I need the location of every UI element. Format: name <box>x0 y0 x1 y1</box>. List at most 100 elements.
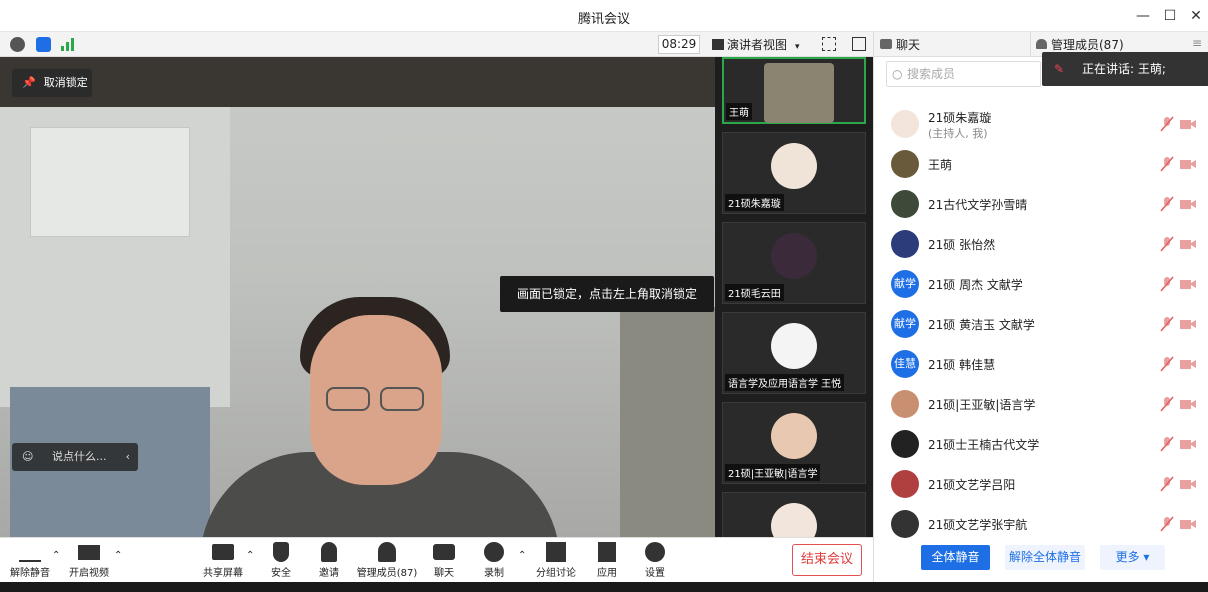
end-meeting-button[interactable]: 结束会议 <box>792 544 862 576</box>
maximize-button[interactable]: ☐ <box>1160 6 1180 26</box>
camera-off-icon[interactable] <box>1180 278 1196 290</box>
panel-menu-icon[interactable]: ≡ <box>1192 36 1202 50</box>
avatar <box>891 390 919 418</box>
members-panel: 聊天 管理成员(87) ≡ ○ 搜索成员 ✎ 正在讲话: 王萌; 21硕朱嘉璇 (主持… <box>873 32 1208 582</box>
member-role: (主持人, 我) <box>928 127 988 140</box>
member-search-input[interactable]: ○ 搜索成员 <box>886 61 1041 87</box>
record-button[interactable]: 录制 <box>480 542 508 579</box>
member-row[interactable]: 21硕 张怡然 <box>874 224 1208 264</box>
mic-off-icon <box>19 542 41 562</box>
settings-button[interactable]: 设置 <box>642 542 668 579</box>
camera-off-icon[interactable] <box>1180 238 1196 250</box>
chat-button[interactable]: 聊天 <box>430 542 458 579</box>
mic-off-icon[interactable] <box>1160 276 1174 292</box>
main-video: 📌 取消锁定 画面已锁定，点击左上角取消锁定 ☺ 说点什么... ‹ <box>0 57 715 537</box>
member-row[interactable]: 21硕|王亚敏|语言学 <box>874 384 1208 424</box>
member-row[interactable]: 王萌 <box>874 144 1208 184</box>
mic-off-icon[interactable] <box>1160 236 1174 252</box>
video-options-chevron[interactable]: ⌃ <box>114 550 122 561</box>
mic-off-icon[interactable] <box>1160 516 1174 532</box>
audio-options-chevron[interactable]: ⌃ <box>52 550 60 561</box>
view-mode-dropdown[interactable]: 演讲者视图 ▾ <box>712 36 800 53</box>
emoji-icon[interactable]: ☺ <box>22 443 33 471</box>
mic-off-icon[interactable] <box>1160 476 1174 492</box>
thumbnail-tile[interactable]: 21硕|王亚敏|语言学 <box>722 402 866 484</box>
speaking-now-indicator: ✎ 正在讲话: 王萌; <box>1042 52 1208 86</box>
avatar: 佳慧 <box>891 350 919 378</box>
mute-all-button[interactable]: 全体静音 <box>921 545 990 570</box>
thumbnail-tile[interactable]: 语言学及应用语言学 王悦 <box>722 312 866 394</box>
mic-off-icon[interactable] <box>1160 316 1174 332</box>
close-button[interactable]: ✕ <box>1186 6 1206 26</box>
camera-off-icon[interactable] <box>1180 198 1196 210</box>
more-button[interactable]: 更多 ▾ <box>1100 545 1165 570</box>
camera-off-icon[interactable] <box>1180 118 1196 130</box>
mic-off-icon[interactable] <box>1160 156 1174 172</box>
camera-off-icon[interactable] <box>1180 398 1196 410</box>
thumbnail-tile[interactable] <box>722 492 866 537</box>
avatar <box>891 230 919 258</box>
mic-off-icon[interactable] <box>1160 196 1174 212</box>
chevron-down-icon: ▾ <box>795 42 800 52</box>
quick-chat-placeholder: 说点什么... <box>52 450 107 463</box>
mic-off-icon[interactable] <box>1160 356 1174 372</box>
mic-off-icon[interactable] <box>1160 116 1174 132</box>
mic-off-icon[interactable] <box>1160 436 1174 452</box>
tab-members[interactable]: 管理成员(87) <box>1036 36 1124 53</box>
quick-chat-input[interactable]: ☺ 说点什么... ‹ <box>12 443 138 471</box>
minimize-button[interactable]: — <box>1133 6 1153 26</box>
os-taskbar <box>0 582 1208 592</box>
breakout-icon <box>546 542 566 562</box>
start-video-button[interactable]: 开启视频 <box>66 542 112 579</box>
thumbnail-label: 21硕朱嘉璇 <box>725 194 784 211</box>
camera-off-icon[interactable] <box>1180 318 1196 330</box>
unpin-button[interactable]: 📌 取消锁定 <box>12 69 92 97</box>
invite-button[interactable]: 邀请 <box>314 542 344 579</box>
search-icon: ○ <box>892 67 903 81</box>
unmute-all-button[interactable]: 解除全体静音 <box>1005 545 1085 570</box>
member-row[interactable]: 献学 21硕 黄洁玉 文献学 <box>874 304 1208 344</box>
share-options-chevron[interactable]: ⌃ <box>246 550 254 561</box>
apps-button[interactable]: 应用 <box>594 542 620 579</box>
camera-off-icon[interactable] <box>1180 358 1196 370</box>
member-row[interactable]: 21硕士王楠古代文学 <box>874 424 1208 464</box>
collapse-icon[interactable]: ‹ <box>126 443 130 471</box>
fullscreen-icon[interactable] <box>822 37 836 51</box>
member-name: 王萌 <box>928 158 953 172</box>
camera-off-icon[interactable] <box>1180 438 1196 450</box>
member-row[interactable]: 21古代文学孙雪晴 <box>874 184 1208 224</box>
member-row[interactable]: 佳慧 21硕 韩佳慧 <box>874 344 1208 384</box>
record-options-chevron[interactable]: ⌃ <box>518 550 526 561</box>
sidebar-toggle-icon[interactable] <box>852 37 866 51</box>
member-name: 21硕 黄洁玉 文献学 <box>928 318 1035 332</box>
camera-off-icon[interactable] <box>1180 158 1196 170</box>
member-row[interactable]: 21硕文艺学吕阳 <box>874 464 1208 504</box>
security-button[interactable]: 安全 <box>266 542 296 579</box>
avatar <box>771 143 817 189</box>
avatar <box>891 470 919 498</box>
info-icon[interactable] <box>10 37 25 52</box>
camera-off-icon[interactable] <box>1180 478 1196 490</box>
speaker-glasses <box>326 387 426 411</box>
member-row[interactable]: 21硕朱嘉璇 (主持人, 我) <box>874 104 1208 144</box>
avatar <box>891 190 919 218</box>
shield-icon[interactable] <box>36 37 51 52</box>
manage-members-button[interactable]: 管理成员(87) <box>356 542 418 579</box>
camera-off-icon[interactable] <box>1180 518 1196 530</box>
signal-icon[interactable] <box>61 38 75 51</box>
breakout-rooms-button[interactable]: 分组讨论 <box>534 542 578 579</box>
mic-off-icon[interactable] <box>1160 396 1174 412</box>
thumbnail-tile[interactable]: 21硕朱嘉璇 <box>722 132 866 214</box>
members-icon <box>378 542 396 562</box>
gear-icon <box>645 542 665 562</box>
member-row[interactable]: 献学 21硕 周杰 文献学 <box>874 264 1208 304</box>
whiteboard <box>30 127 190 237</box>
thumbnail-tile[interactable]: 21硕毛云田 <box>722 222 866 304</box>
thumbnail-tile[interactable]: 王萌 <box>722 57 866 124</box>
unmute-button[interactable]: 解除静音 <box>10 542 50 579</box>
tab-chat[interactable]: 聊天 <box>880 36 920 53</box>
pin-icon: 📌 <box>22 76 36 89</box>
member-row[interactable]: 21硕文艺学张宇航 <box>874 504 1208 544</box>
share-screen-button[interactable]: 共享屏幕 <box>202 542 244 579</box>
avatar <box>771 233 817 279</box>
